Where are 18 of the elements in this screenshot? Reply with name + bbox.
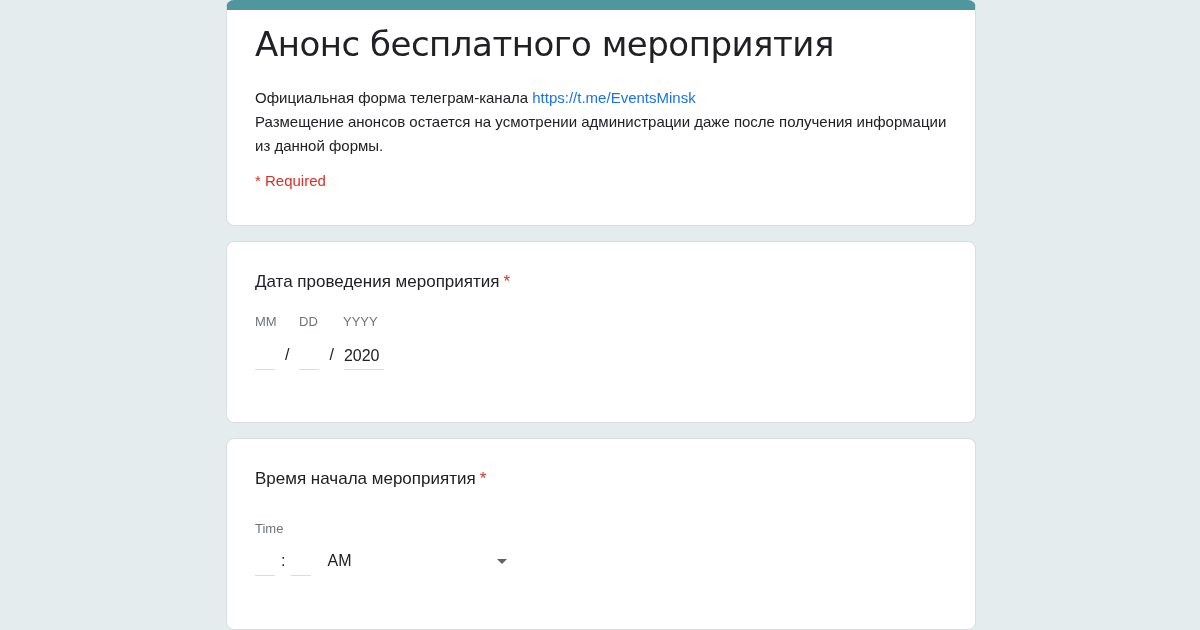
dropdown-caret-icon [497, 558, 508, 564]
required-note: * Required [255, 172, 326, 189]
date-separator: / [284, 346, 291, 365]
date-part-field[interactable]: 2020 [343, 343, 384, 370]
question-title: Дата проведения мероприятия [255, 272, 500, 291]
required-mark: * [479, 469, 487, 488]
period-dropdown[interactable]: AM [311, 548, 516, 576]
date-part-label: DD [299, 314, 319, 329]
date-part-label: YYYY [343, 314, 379, 329]
question-title: Время начала мероприятия [255, 469, 476, 488]
required-mark: * [503, 272, 511, 291]
form-title: Анонс бесплатного мероприятия [255, 24, 835, 64]
date-separator: / [328, 346, 335, 365]
form-description: Официальная форма телеграм-канала https://t.me/EventsMinsk Размещение анонсов остается на усмотрении администрации даже после получения информации из данной формы. [255, 88, 947, 156]
channel-link[interactable]: https://t.me/EventsMinsk [532, 89, 696, 106]
time-separator: : [280, 552, 287, 571]
date-part-label: MM [255, 314, 278, 329]
time-label: Time [255, 521, 284, 536]
